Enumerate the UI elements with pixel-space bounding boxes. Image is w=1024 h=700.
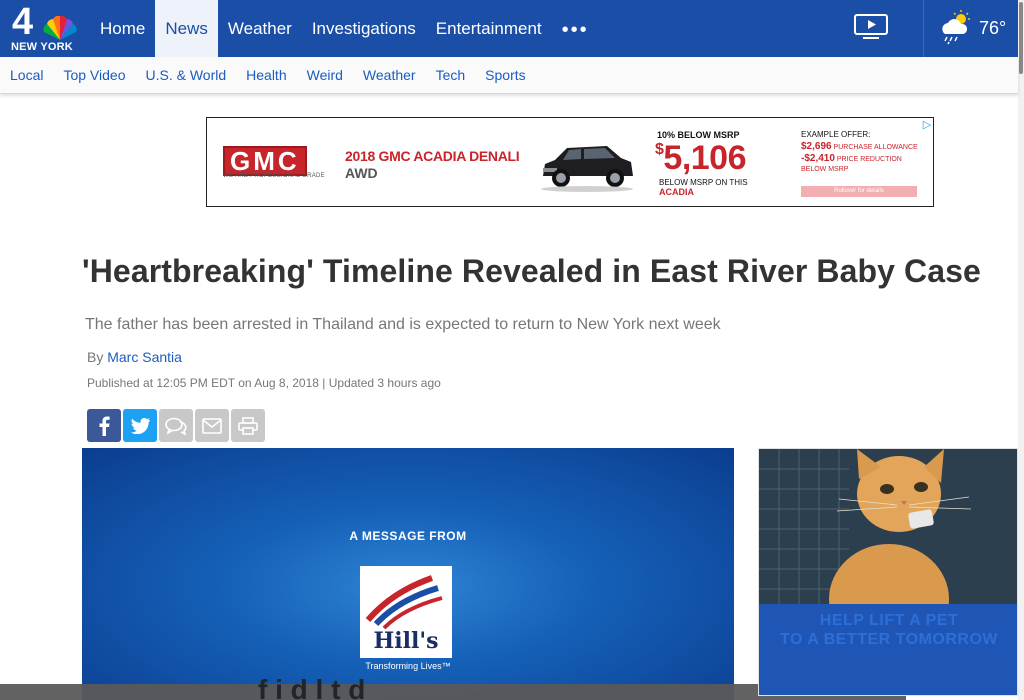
subnav-item-weird[interactable]: Weird (307, 67, 343, 83)
subnav-item-tech[interactable]: Tech (436, 67, 466, 83)
ad-offer-1-text: PURCHASE ALLOWANCE (833, 144, 918, 151)
temperature: 76° (979, 18, 1007, 38)
sponsor-tagline: Transforming Lives™ (365, 661, 451, 671)
gmc-ad-banner[interactable]: GMC WE ARE PROFESSIONAL GRADE 2018 GMC A… (206, 117, 934, 207)
subnav-item-health[interactable]: Health (246, 67, 286, 83)
twitter-icon (130, 417, 150, 434)
ad-price-amount: 5,106 (663, 139, 746, 177)
nav-item-home[interactable]: Home (90, 0, 155, 57)
share-print-button[interactable] (231, 409, 265, 442)
gmc-logo: GMC (223, 146, 307, 176)
page-scrollbar[interactable] (1018, 0, 1024, 700)
tv-play-icon (854, 14, 888, 39)
weather-sun-cloud-rain-icon (942, 10, 970, 45)
logo-city: NEW YORK (11, 41, 73, 53)
subnav-item-us-world[interactable]: U.S. & World (145, 67, 226, 83)
side-video-overlay-text: HELP LIFT A PET TO A BETTER TOMORROW (780, 612, 998, 648)
ad-offer-2: -$2,410 PRICE REDUCTION BELOW MSRP (801, 154, 929, 175)
article-subhead: The father has been arrested in Thailand… (85, 316, 721, 333)
video-player[interactable]: A MESSAGE FROM Hill's Transforming Lives… (82, 448, 734, 700)
peacock-icon (43, 16, 77, 40)
comment-icon (165, 417, 187, 435)
article-headline: 'Heartbreaking' Timeline Revealed in Eas… (82, 253, 981, 289)
video-message-from: A MESSAGE FROM (349, 529, 467, 543)
subnav-item-local[interactable]: Local (10, 67, 43, 83)
ad-model: 2018 GMC ACADIA DENALI (345, 148, 520, 164)
hills-logo-text: Hill's (374, 628, 439, 654)
nav-item-weather[interactable]: Weather (218, 0, 302, 57)
subnav-item-weather[interactable]: Weather (363, 67, 416, 83)
ad-offer-1: $2,696 PURCHASE ALLOWANCE (801, 142, 918, 153)
article-timestamp: Published at 12:05 PM EDT on Aug 8, 2018… (87, 376, 441, 390)
ad-example-label: EXAMPLE OFFER: (801, 130, 871, 139)
email-icon (202, 417, 222, 434)
suv-image (541, 146, 633, 192)
nbc4-logo[interactable]: 4 NEW YORK (0, 0, 90, 57)
facebook-icon (99, 416, 110, 436)
logo-number: 4 (12, 1, 33, 43)
byline-prefix: By (87, 349, 108, 365)
ad-trim: AWD (345, 165, 378, 181)
hills-logo-mark: Hill's (365, 575, 443, 654)
scrollbar-thumb[interactable] (1019, 2, 1023, 74)
author-link[interactable]: Marc Santia (107, 349, 182, 365)
side-video-kitten[interactable]: HELP LIFT A PET TO A BETTER TOMORROW (758, 448, 1018, 696)
ad-price: $5,106 (655, 140, 746, 176)
video-caption-fragment: f i d l t d (258, 674, 366, 700)
nav-more-button[interactable]: ••• (552, 0, 599, 57)
subnav-item-sports[interactable]: Sports (485, 67, 525, 83)
nav-item-investigations[interactable]: Investigations (302, 0, 426, 57)
ad-rollover-button[interactable]: Rollover for details (801, 186, 917, 197)
share-facebook-button[interactable] (87, 409, 121, 442)
print-icon (238, 416, 258, 435)
nav-item-news[interactable]: News (155, 0, 218, 57)
watch-live-button[interactable] (836, 0, 924, 57)
page: 4 NEW YORK Home News Weather Investigati… (0, 0, 1024, 700)
hills-logo: Hill's (360, 566, 452, 658)
weather-widget[interactable]: 76° (925, 0, 1018, 57)
top-nav: 4 NEW YORK Home News Weather Investigati… (0, 0, 1018, 57)
subnav-item-top-video[interactable]: Top Video (63, 67, 125, 83)
ad-below-msrp: BELOW MSRP ON THIS (659, 178, 748, 187)
nav-item-entertainment[interactable]: Entertainment (426, 0, 552, 57)
share-email-button[interactable] (195, 409, 229, 442)
share-twitter-button[interactable] (123, 409, 157, 442)
ad-below-msrp-model: ACADIA (659, 187, 694, 197)
adchoices-icon[interactable]: ▷ (919, 118, 933, 132)
gmc-tagline: WE ARE PROFESSIONAL GRADE (223, 173, 325, 179)
ad-offer-2-amount: -$2,410 (801, 153, 835, 164)
ad-offer-1-amount: $2,696 (801, 141, 832, 152)
share-comment-button[interactable] (159, 409, 193, 442)
article-byline: By Marc Santia (87, 349, 182, 365)
sub-nav: Local Top Video U.S. & World Health Weir… (0, 57, 1018, 94)
